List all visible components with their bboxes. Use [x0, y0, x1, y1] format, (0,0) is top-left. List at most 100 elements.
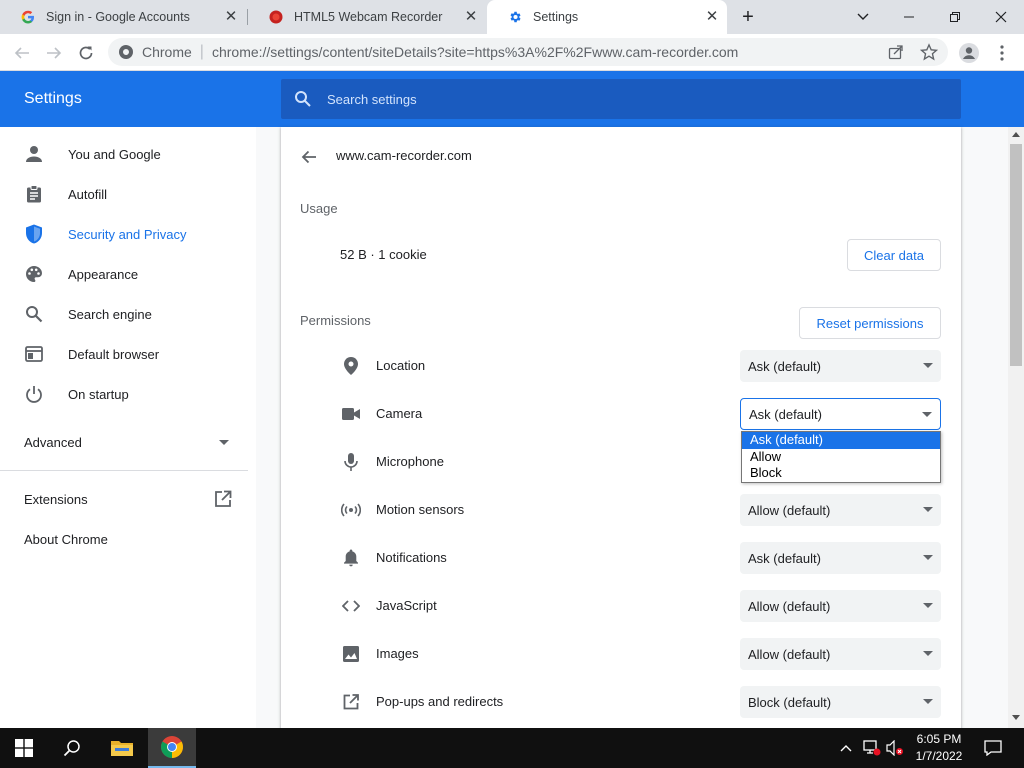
sidebar-item-default-browser[interactable]: Default browser — [0, 334, 256, 374]
settings-search-box[interactable] — [281, 79, 961, 119]
chrome-taskbar-icon[interactable] — [148, 728, 196, 768]
permissions-heading: Permissions — [300, 313, 371, 328]
scroll-down-arrow-icon[interactable] — [1012, 715, 1020, 720]
reload-icon[interactable] — [73, 40, 99, 66]
popups-permission-select[interactable]: Block (default) — [740, 686, 941, 718]
chrome-site-icon — [118, 44, 134, 63]
clock-date: 1/7/2022 — [915, 749, 963, 763]
sidebar-item-on-startup[interactable]: On startup — [0, 374, 256, 414]
address-bar[interactable]: Chrome | chrome://settings/content/siteD… — [108, 38, 948, 66]
permission-label: Location — [376, 358, 426, 373]
dropdown-option-block[interactable]: Block — [742, 465, 940, 482]
star-icon[interactable] — [919, 43, 939, 64]
sidebar-extensions-label: Extensions — [24, 492, 88, 507]
search-settings-input[interactable] — [327, 91, 927, 107]
omnibox-separator: | — [199, 43, 204, 60]
network-icon[interactable] — [860, 728, 884, 768]
sidebar-item-appearance[interactable]: Appearance — [0, 254, 256, 294]
dropdown-option-allow[interactable]: Allow — [742, 449, 940, 466]
select-value: Allow (default) — [748, 502, 831, 518]
tab-google-accounts[interactable]: Sign in - Google Accounts ✕ — [0, 0, 246, 34]
tab-strip: Sign in - Google Accounts ✕ HTML5 Webcam… — [0, 0, 1024, 34]
select-value: Ask (default) — [748, 358, 821, 374]
new-tab-button[interactable]: + — [728, 0, 768, 34]
google-g-icon — [20, 9, 36, 25]
usage-value: 52 B · 1 cookie — [340, 247, 427, 262]
javascript-permission-select[interactable]: Allow (default) — [740, 590, 941, 622]
page-scrollbar[interactable] — [1008, 127, 1024, 728]
sidebar-item-security-and-privacy[interactable]: Security and Privacy — [0, 214, 256, 254]
camera-permission-select[interactable]: Ask (default) — [740, 398, 941, 430]
back-arrow-icon[interactable] — [297, 145, 321, 169]
tab-search-icon[interactable] — [840, 0, 886, 34]
permission-row-location: Location Ask (default) — [281, 342, 961, 390]
windows-start-icon[interactable] — [0, 728, 48, 768]
bell-icon — [340, 547, 362, 569]
tab-webcam-recorder[interactable]: HTML5 Webcam Recorder ✕ — [248, 0, 486, 34]
sidebar-item-search-engine[interactable]: Search engine — [0, 294, 256, 334]
share-icon[interactable] — [888, 44, 904, 63]
scroll-up-arrow-icon[interactable] — [1012, 132, 1020, 137]
minimize-button[interactable] — [886, 0, 932, 34]
permission-row-javascript: JavaScript Allow (default) — [281, 582, 961, 630]
show-hidden-icons-chevron-icon[interactable] — [836, 728, 856, 768]
motion-sensor-icon — [340, 499, 362, 521]
location-permission-select[interactable]: Ask (default) — [740, 350, 941, 382]
tab-settings[interactable]: Settings ✕ — [487, 0, 727, 34]
close-tab-icon[interactable]: ✕ — [462, 8, 480, 26]
select-value: Ask (default) — [748, 550, 821, 566]
sidebar-item-label: Default browser — [68, 346, 160, 362]
dropdown-arrow-icon — [922, 412, 932, 417]
settings-sidebar: You and Google Autofill Security and Pri… — [0, 127, 256, 728]
permission-row-popups: Pop-ups and redirects Block (default) — [281, 678, 961, 726]
volume-muted-icon[interactable] — [884, 728, 906, 768]
settings-header: Settings — [0, 71, 1024, 127]
sidebar-extensions[interactable]: Extensions — [24, 490, 244, 507]
open-in-new-icon — [214, 490, 232, 511]
record-icon — [268, 9, 284, 25]
forward-arrow-icon[interactable] — [41, 40, 67, 66]
settings-title: Settings — [24, 90, 82, 107]
close-tab-icon[interactable]: ✕ — [222, 8, 240, 26]
motion-sensors-permission-select[interactable]: Allow (default) — [740, 494, 941, 526]
omnibox-url: chrome://settings/content/siteDetails?si… — [211, 44, 739, 60]
file-explorer-icon[interactable] — [98, 728, 146, 768]
camera-dropdown-list: Ask (default) Allow Block — [741, 431, 941, 483]
tab-title: HTML5 Webcam Recorder — [294, 10, 443, 24]
notifications-permission-select[interactable]: Ask (default) — [740, 542, 941, 574]
sidebar-item-you-and-google[interactable]: You and Google — [0, 134, 256, 174]
dropdown-arrow-icon — [923, 699, 933, 704]
images-permission-select[interactable]: Allow (default) — [740, 638, 941, 670]
tab-title: Settings — [533, 10, 579, 24]
taskbar-clock[interactable]: 6:05 PM 1/7/2022 — [904, 731, 974, 765]
select-value: Allow (default) — [748, 646, 831, 662]
back-arrow-icon[interactable] — [9, 40, 35, 66]
taskbar-search-icon[interactable] — [48, 728, 96, 768]
sidebar-item-label: Appearance — [68, 266, 139, 282]
browser-icon — [24, 344, 44, 364]
more-menu-icon[interactable] — [989, 40, 1015, 66]
scrollbar-thumb[interactable] — [1010, 144, 1022, 366]
close-window-button[interactable] — [978, 0, 1024, 34]
clear-data-button[interactable]: Clear data — [847, 239, 941, 271]
sidebar-item-label: Search engine — [68, 306, 152, 322]
dropdown-option-ask[interactable]: Ask (default) — [742, 432, 940, 449]
permission-row-images: Images Allow (default) — [281, 630, 961, 678]
sidebar-about-chrome[interactable]: About Chrome — [24, 532, 108, 547]
camera-icon — [340, 403, 362, 425]
omnibox-chrome-label: Chrome — [142, 44, 192, 60]
select-value: Allow (default) — [748, 598, 831, 614]
site-name: www.cam-recorder.com — [336, 148, 472, 163]
browser-toolbar: Chrome | chrome://settings/content/siteD… — [0, 34, 1024, 71]
profile-avatar-icon[interactable] — [956, 40, 982, 66]
permission-label: JavaScript — [376, 598, 437, 613]
reset-permissions-button[interactable]: Reset permissions — [799, 307, 941, 339]
notification-center-icon[interactable] — [978, 728, 1008, 768]
close-tab-icon[interactable]: ✕ — [703, 8, 721, 26]
dropdown-arrow-icon — [923, 603, 933, 608]
sidebar-advanced[interactable]: Advanced — [24, 435, 244, 450]
restore-button[interactable] — [932, 0, 978, 34]
usage-heading: Usage — [300, 201, 338, 216]
sidebar-item-label: Security and Privacy — [68, 226, 187, 242]
sidebar-item-autofill[interactable]: Autofill — [0, 174, 256, 214]
